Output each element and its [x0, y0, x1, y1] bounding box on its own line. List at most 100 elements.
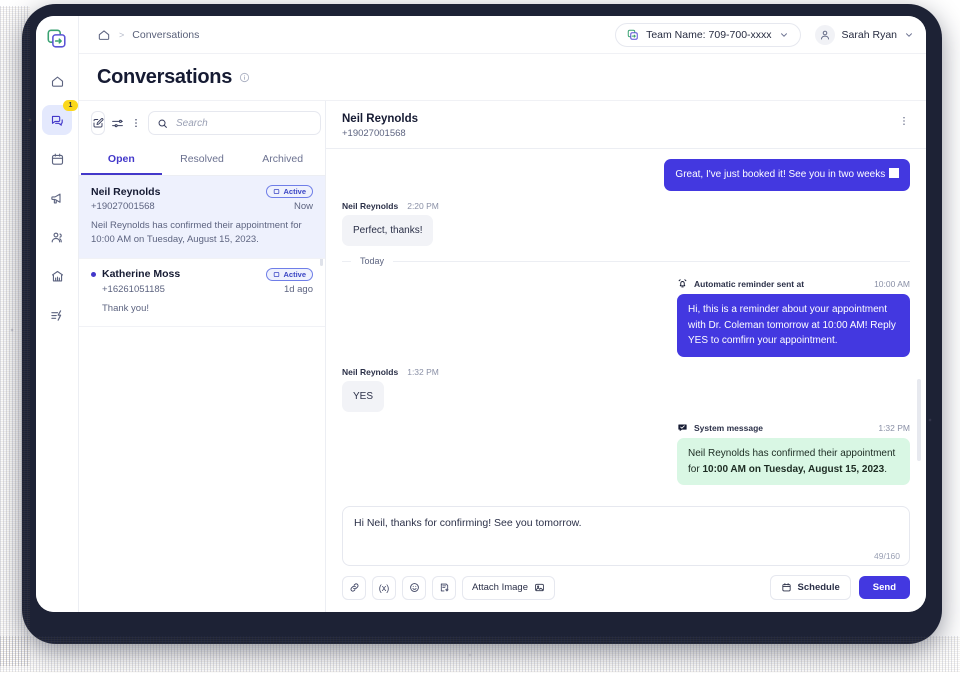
status-badge: Active — [266, 267, 313, 281]
breadcrumb-current[interactable]: Conversations — [132, 29, 199, 41]
schedule-button[interactable]: Schedule — [769, 575, 851, 600]
workspace: Open Resolved Archived Neil Reynolds — [79, 101, 926, 612]
day-separator-label: Today — [360, 256, 385, 266]
character-counter: 49/160 — [874, 551, 900, 561]
sidebar-item-contacts[interactable] — [42, 222, 72, 252]
status-badge: Active — [266, 185, 313, 198]
conversation-list-toolbar — [79, 101, 325, 145]
conversations-unread-badge: 1 — [63, 100, 78, 111]
topbar: > Conversations Team Name: 709-700-xxxx — [79, 16, 926, 54]
conversation-preview: Neil Reynolds has confirmed their appoin… — [91, 220, 302, 245]
composer-toolbar: (x) Attach Image Schedule Send — [342, 575, 910, 600]
composer-input-wrap[interactable]: Hi Neil, thanks for confirming! See you … — [342, 506, 910, 566]
variable-label: (x) — [378, 582, 390, 593]
status-badge-label: Active — [283, 187, 306, 196]
compose-pencil-icon[interactable] — [91, 111, 105, 135]
message-bubble-incoming: Perfect, thanks! — [342, 214, 434, 246]
sidebar-item-campaigns[interactable] — [42, 183, 72, 213]
sidebar-item-calendar[interactable] — [42, 144, 72, 174]
search-icon — [157, 118, 168, 129]
message-row: Neil Reynolds 2:20 PM Perfect, thanks! — [342, 201, 910, 246]
message-author: Neil Reynolds — [342, 366, 399, 377]
attach-image-button[interactable]: Attach Image — [462, 575, 555, 600]
breadcrumb-separator: > — [119, 29, 125, 40]
list-item[interactable]: Neil Reynolds Active +19027001568 Now Ne… — [79, 176, 325, 259]
sidebar-item-reports[interactable] — [42, 261, 72, 291]
sidebar-item-conversations[interactable]: 1 — [42, 100, 78, 135]
image-icon — [534, 582, 545, 593]
tab-resolved[interactable]: Resolved — [162, 145, 243, 175]
message-check-icon — [677, 422, 688, 433]
message-thread: Great, I've just booked it! See you in t… — [326, 149, 926, 498]
message-row: Great, I've just booked it! See you in t… — [342, 159, 910, 191]
search-box[interactable] — [148, 111, 321, 135]
day-separator: Today — [342, 256, 910, 266]
info-circle-icon[interactable] — [239, 72, 250, 83]
thread-scrollbar[interactable] — [917, 379, 921, 461]
app-body: > Conversations Team Name: 709-700-xxxx — [79, 16, 926, 612]
message-time: 1:32 PM — [407, 366, 439, 377]
conversation-time: Now — [293, 201, 313, 212]
conversation-time: 1d ago — [283, 283, 313, 295]
conversation-items: Neil Reynolds Active +19027001568 Now Ne… — [79, 176, 325, 612]
user-name-label: Sarah Ryan — [841, 28, 897, 41]
conversation-phone: +16261051185 — [102, 283, 165, 295]
message-meta: Neil Reynolds 2:20 PM — [342, 201, 439, 211]
chevron-down-icon — [904, 30, 914, 40]
schedule-label: Schedule — [797, 582, 840, 593]
chat-contact-name: Neil Reynolds — [342, 113, 419, 125]
sidebar-item-home[interactable] — [42, 66, 72, 96]
team-name-label: Team Name: 709-700-xxxx — [646, 28, 772, 41]
bell-alarm-icon — [677, 278, 688, 289]
home-icon[interactable] — [97, 28, 111, 42]
message-bubble-incoming: YES — [342, 380, 385, 412]
team-selector[interactable]: Team Name: 709-700-xxxx — [615, 22, 801, 47]
template-heart-icon[interactable] — [432, 575, 456, 600]
sidebar-item-automations[interactable] — [42, 300, 72, 330]
conversation-contact-name: Neil Reynolds — [91, 185, 161, 198]
tab-open[interactable]: Open — [81, 145, 162, 175]
search-input[interactable] — [174, 116, 312, 130]
more-vertical-icon[interactable] — [898, 113, 910, 127]
system-text-bold: 10:00 AM on Tuesday, August 15, 2023 — [702, 463, 885, 475]
variable-icon[interactable]: (x) — [372, 575, 396, 600]
conversation-tabs: Open Resolved Archived — [79, 145, 325, 176]
page-header: Conversations — [79, 54, 926, 101]
user-menu[interactable]: Sarah Ryan — [814, 24, 914, 45]
status-badge-label: Active — [283, 269, 306, 279]
app-logo-icon[interactable] — [44, 26, 70, 52]
system-label: System message — [694, 422, 763, 433]
conversation-phone: +19027001568 — [91, 201, 155, 212]
message-bubble-reminder: Hi, this is a reminder about your appoin… — [677, 294, 910, 357]
breadcrumb: > Conversations — [97, 28, 199, 42]
link-icon[interactable] — [342, 575, 366, 600]
nav-rail: 1 — [36, 16, 79, 612]
more-vertical-icon[interactable] — [130, 112, 142, 134]
app-logo-icon — [627, 29, 639, 41]
tab-archived[interactable]: Archived — [242, 145, 323, 175]
message-time: 2:20 PM — [407, 200, 439, 211]
filter-sliders-icon[interactable] — [111, 112, 124, 134]
unread-dot — [91, 271, 96, 277]
message-bubble-outgoing: Great, I've just booked it! See you in t… — [664, 159, 910, 191]
composer-textarea[interactable]: Hi Neil, thanks for confirming! See you … — [354, 516, 898, 531]
calendar-icon — [781, 582, 792, 593]
list-item[interactable]: Katherine Moss Active +16261051185 1d ag… — [79, 259, 325, 328]
emoji-smiley-icon[interactable] — [402, 575, 426, 600]
emoji-placeholder-icon — [889, 168, 899, 178]
topbar-right: Team Name: 709-700-xxxx Sarah Ryan — [615, 22, 914, 47]
chat-contact-phone: +19027001568 — [342, 128, 406, 139]
conversation-contact-name: Katherine Moss — [102, 268, 181, 281]
app-screen: 1 > Conversations Team Name: 709-700-xxx… — [36, 16, 926, 612]
message-time: 1:32 PM — [878, 422, 910, 433]
message-square-icon — [273, 271, 280, 278]
system-label: Automatic reminder sent at — [694, 278, 805, 289]
message-meta: System message 1:32 PM — [677, 422, 910, 433]
chat-panel: Neil Reynolds +19027001568 Great, I've j… — [326, 101, 926, 612]
attach-image-label: Attach Image — [472, 582, 528, 593]
user-avatar-icon — [814, 24, 835, 45]
message-time: 10:00 AM — [874, 278, 910, 289]
message-row: Automatic reminder sent at 10:00 AM Hi, … — [342, 278, 910, 357]
message-row: Neil Reynolds 1:32 PM YES — [342, 366, 910, 412]
send-button[interactable]: Send — [858, 576, 910, 599]
